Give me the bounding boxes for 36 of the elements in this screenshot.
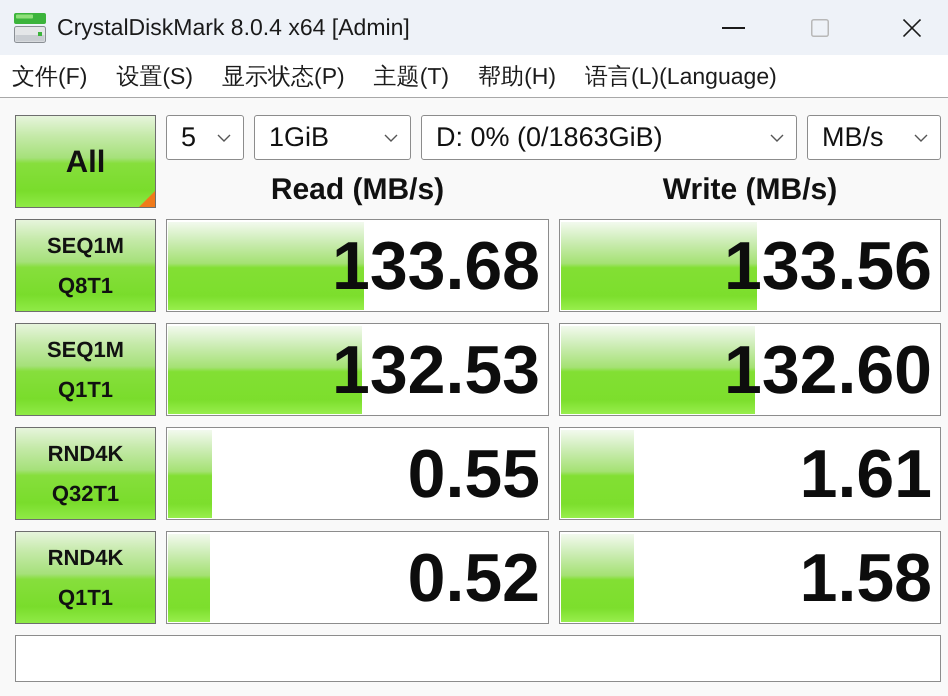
result-value: 1.58 xyxy=(800,544,932,612)
test-button[interactable]: SEQ1M Q1T1 xyxy=(15,323,156,416)
result-value: 1.61 xyxy=(800,440,932,508)
chevron-down-icon xyxy=(770,134,784,142)
column-header: Write (MB/s) xyxy=(662,174,838,206)
triangle-icon xyxy=(139,191,155,207)
dropdown[interactable]: 5 xyxy=(166,115,244,160)
menu-item[interactable]: 显示状态(P) xyxy=(222,60,345,92)
minimize-icon xyxy=(722,26,745,28)
drive-icon xyxy=(14,12,46,42)
chevron-down-icon xyxy=(914,134,928,142)
test-button[interactable]: RND4K Q32T1 xyxy=(15,427,156,520)
test-button[interactable]: SEQ1M Q8T1 xyxy=(15,219,156,312)
dropdown[interactable]: 1GiB xyxy=(254,115,411,160)
menu-item[interactable]: 帮助(H) xyxy=(478,60,556,92)
chevron-down-icon xyxy=(217,134,231,142)
dropdown[interactable]: MB/s xyxy=(807,115,941,160)
menu-item[interactable]: 主题(T) xyxy=(374,60,450,92)
result-value: 133.68 xyxy=(332,232,540,300)
result-value: 132.60 xyxy=(724,336,932,404)
comment-field[interactable] xyxy=(15,635,941,682)
chevron-down-icon xyxy=(384,134,398,142)
column-header: Read (MB/s) xyxy=(270,174,444,206)
menu-item[interactable]: 设置(S) xyxy=(116,60,194,92)
dropdown[interactable]: D: 0% (0/1863GiB) xyxy=(421,115,797,160)
result-value: 0.55 xyxy=(408,440,540,508)
result-value: 132.53 xyxy=(332,336,540,404)
maximize-icon xyxy=(811,18,829,36)
result-value: 133.56 xyxy=(724,232,932,300)
menu-item[interactable]: 文件(F) xyxy=(12,60,88,92)
window-title: CrystalDiskMark 8.0.4 x64 [Admin] xyxy=(57,14,410,41)
menu-item[interactable]: 语言(L)(Language) xyxy=(585,60,777,92)
result-value: 0.52 xyxy=(408,544,540,612)
all-button[interactable]: All xyxy=(15,115,156,208)
test-button[interactable]: RND4K Q1T1 xyxy=(15,531,156,624)
close-icon xyxy=(903,18,921,36)
